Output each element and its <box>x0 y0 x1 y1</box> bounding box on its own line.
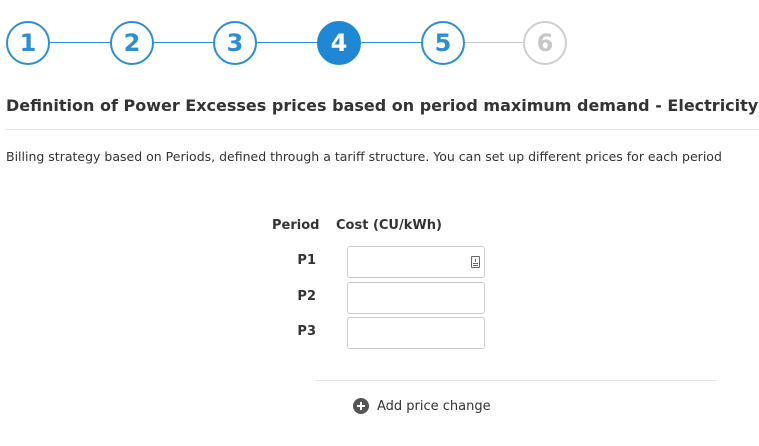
contact-card-icon <box>471 256 480 268</box>
add-price-change-label: Add price change <box>377 398 491 414</box>
step-2[interactable]: 2 <box>110 21 154 65</box>
step-4-current[interactable]: 4 <box>317 21 361 65</box>
period-label-p3: P3 <box>297 324 316 339</box>
page-title: Definition of Power Excesses prices base… <box>6 96 759 115</box>
page-description: Billing strategy based on Periods, defin… <box>6 149 722 164</box>
cost-input-p3[interactable] <box>347 317 485 349</box>
step-5[interactable]: 5 <box>421 21 465 65</box>
step-6: 6 <box>523 21 567 65</box>
title-divider <box>6 129 759 130</box>
period-column-header: Period <box>272 218 320 233</box>
period-label-p1: P1 <box>297 253 316 268</box>
add-price-change-button[interactable]: Add price change <box>353 398 491 414</box>
period-label-p2: P2 <box>297 289 316 304</box>
cost-input-p1[interactable] <box>347 246 485 278</box>
step-1[interactable]: 1 <box>6 21 50 65</box>
actions-divider <box>316 380 716 381</box>
plus-circle-icon <box>353 398 369 414</box>
step-connector <box>257 42 319 43</box>
step-connector <box>50 42 112 43</box>
step-3[interactable]: 3 <box>213 21 257 65</box>
cost-input-p2[interactable] <box>347 282 485 314</box>
step-connector <box>154 42 216 43</box>
step-connector <box>465 42 527 43</box>
stepper: 1 2 3 4 5 6 <box>6 21 567 65</box>
cost-column-header: Cost (CU/kWh) <box>336 218 442 233</box>
step-connector <box>361 42 423 43</box>
